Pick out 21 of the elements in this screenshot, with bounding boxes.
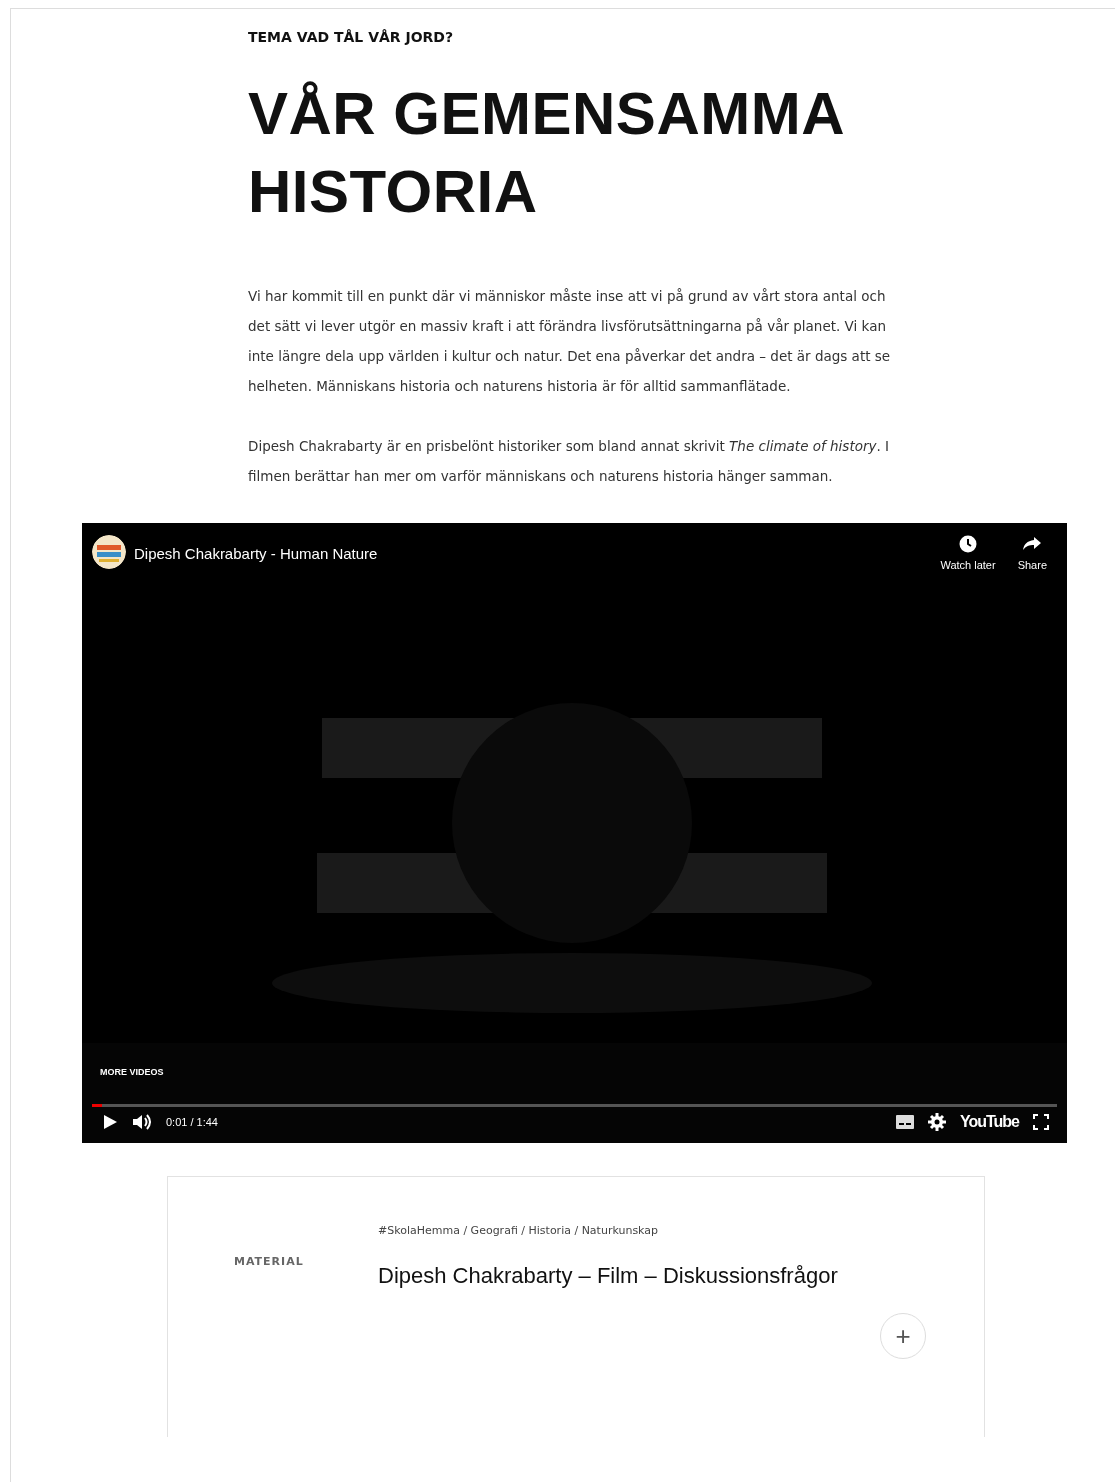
play-icon[interactable] xyxy=(102,1114,118,1130)
share-button[interactable]: Share xyxy=(1017,535,1047,571)
page-title: VÅR GEMENSAMMA HISTORIA xyxy=(248,79,844,227)
more-videos-label[interactable]: MORE VIDEOS xyxy=(100,1067,164,1077)
section-kicker: TEMA VAD TÅL VÅR JORD? xyxy=(248,29,455,45)
body-paragraph: Dipesh Chakrabarty är en prisbelönt historiker som bland annat skrivit The climate of history. I filmen berättar han mer om varför människans och naturens historia hänger samman. xyxy=(248,437,891,486)
expand-button[interactable]: + xyxy=(880,1313,926,1359)
material-title[interactable]: Dipesh Chakrabarty – Film – Diskussionsfrågor xyxy=(378,1263,984,1289)
progress-track[interactable] xyxy=(92,1104,1057,1107)
watch-later-button[interactable]: Watch later xyxy=(940,535,996,571)
material-label: MATERIAL xyxy=(234,1255,305,1270)
youtube-logo[interactable]: YouTube xyxy=(959,1113,1019,1131)
video-time: 0:01 / 1:44 xyxy=(166,1116,219,1128)
volume-icon[interactable] xyxy=(132,1113,152,1131)
clock-icon xyxy=(959,535,977,553)
fullscreen-icon[interactable] xyxy=(1033,1114,1049,1130)
subject-tags: #SkolaHemma / Geografi / Historia / Naturkunskap xyxy=(378,1224,984,1237)
channel-avatar-icon[interactable] xyxy=(92,535,126,569)
settings-icon[interactable] xyxy=(927,1113,946,1131)
video-title[interactable]: Dipesh Chakrabarty - Human Nature xyxy=(134,545,919,562)
body-paragraph: Vi har kommit till en punkt där vi människor måste inse att vi på grund av vårt stora antal och det sätt vi lever utgör en massiv kraft i att förändra livsförutsättningarna på vår planet. Vi kan inte längre dela upp världen i kultur och natur. Det ena påverkar det andra – det är dags att se helheten. Människans historia och naturens historia är för alltid sammanflätade. xyxy=(248,287,892,396)
